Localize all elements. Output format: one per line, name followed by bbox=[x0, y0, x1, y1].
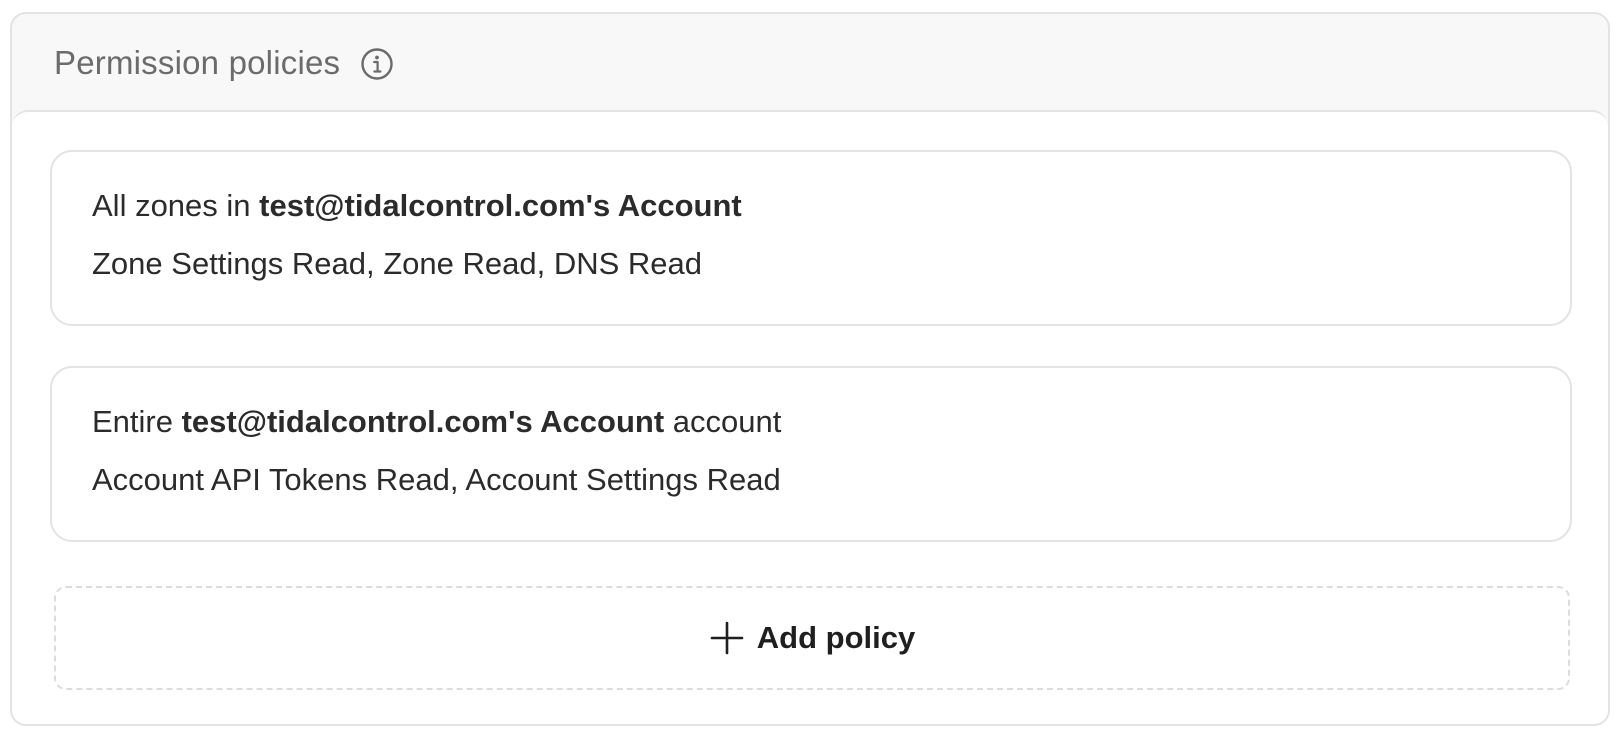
policy-scope-prefix: Entire bbox=[92, 404, 182, 439]
policy-scope: Entire test@tidalcontrol.com's Account a… bbox=[92, 402, 1570, 442]
policy-permissions: Account API Tokens Read, Account Setting… bbox=[92, 462, 781, 497]
policy-scope-account: test@tidalcontrol.com's Account bbox=[181, 404, 665, 439]
plus-icon bbox=[709, 620, 745, 656]
panel-header: Permission policies bbox=[12, 14, 1608, 112]
policy-scope-account: test@tidalcontrol.com's Account bbox=[259, 188, 742, 223]
policy-scope-suffix: account bbox=[664, 404, 782, 439]
permission-policies-panel: Permission policies All zones in test@ti… bbox=[10, 12, 1610, 726]
policy-card[interactable]: Entire test@tidalcontrol.com's Account a… bbox=[50, 366, 1572, 542]
policy-scope: All zones in test@tidalcontrol.com's Acc… bbox=[92, 186, 1570, 226]
panel-body: All zones in test@tidalcontrol.com's Acc… bbox=[12, 110, 1608, 724]
policy-scope-prefix: All zones in bbox=[92, 188, 260, 223]
info-icon[interactable] bbox=[360, 47, 394, 81]
add-policy-label: Add policy bbox=[756, 620, 916, 655]
policy-card[interactable]: All zones in test@tidalcontrol.com's Acc… bbox=[50, 150, 1572, 326]
panel-title: Permission policies bbox=[54, 44, 341, 81]
add-policy-button[interactable]: Add policy bbox=[54, 586, 1570, 690]
policy-permissions: Zone Settings Read, Zone Read, DNS Read bbox=[92, 246, 703, 281]
